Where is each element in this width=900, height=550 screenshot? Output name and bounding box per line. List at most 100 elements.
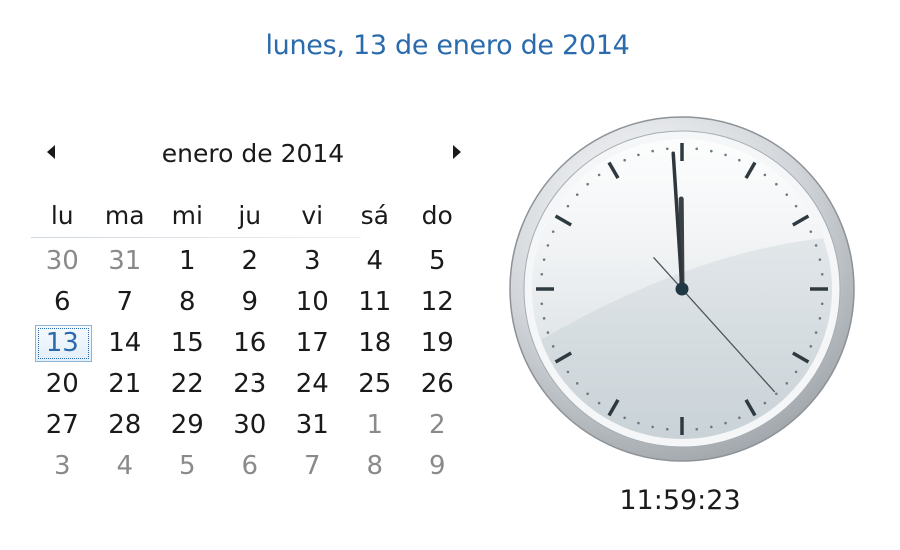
clock-minute-dot	[820, 272, 824, 276]
calendar-day[interactable]: 26	[406, 364, 469, 405]
calendar-day[interactable]: 17	[281, 323, 344, 364]
clock-minute-dot	[785, 193, 789, 196]
clock-minute-dot	[651, 425, 654, 429]
clock-minute-dot	[665, 147, 669, 151]
weekday-label: lu	[50, 201, 74, 230]
clock-minute-dot	[623, 416, 626, 420]
calendar-day[interactable]: 1	[344, 405, 407, 446]
clock-minute-dot	[597, 401, 601, 405]
calendar-day[interactable]: 9	[406, 446, 469, 487]
clock-minute-dot	[542, 258, 546, 261]
clock-minute-dot	[738, 158, 741, 162]
calendar-day[interactable]: 5	[156, 446, 219, 487]
clock-minute-dot	[540, 302, 544, 306]
calendar-day[interactable]: 31	[94, 241, 157, 282]
clock-minute-dot	[566, 204, 570, 208]
calendar-day[interactable]: 18	[344, 323, 407, 364]
calendar-day[interactable]: 6	[31, 282, 94, 323]
weekday-header-row: lu ma mi ju vi sá do	[31, 198, 471, 234]
clock-minute-dot	[710, 425, 713, 429]
calendar-day[interactable]: 30	[219, 405, 282, 446]
calendar-day[interactable]: 22	[156, 364, 219, 405]
calendar-day[interactable]: 7	[94, 282, 157, 323]
calendar-day[interactable]: 3	[281, 241, 344, 282]
clock-minute-dot	[809, 230, 813, 233]
clock-minute-dot	[665, 427, 669, 431]
calendar-day[interactable]: 11	[344, 282, 407, 323]
calendar-day[interactable]: 21	[94, 364, 157, 405]
calendar-day[interactable]: 4	[94, 446, 157, 487]
clock-minute-dot	[818, 258, 822, 261]
calendar-day[interactable]: 15	[156, 323, 219, 364]
clock-center-cap	[675, 282, 689, 296]
clock-minute-dot	[763, 401, 767, 405]
calendar-day[interactable]: 25	[344, 364, 407, 405]
digital-time: 11:59:23	[619, 485, 741, 516]
calendar-day[interactable]: 2	[406, 405, 469, 446]
clock-minute-dot	[575, 382, 579, 385]
weekday-label: mi	[171, 201, 203, 230]
month-title[interactable]: enero de 2014	[120, 139, 386, 168]
clock-minute-dot	[637, 421, 640, 425]
clock-minute-dot	[586, 182, 589, 186]
calendar-day[interactable]: 4	[344, 241, 407, 282]
calendar-day[interactable]: 30	[31, 241, 94, 282]
calendar-day[interactable]: 7	[281, 446, 344, 487]
clock-minute-dot	[775, 182, 778, 186]
clock-minute-dot	[651, 149, 654, 153]
calendar-day[interactable]: 23	[219, 364, 282, 405]
clock-minute-dot	[738, 416, 741, 420]
clock-minute-dot	[597, 173, 601, 177]
clock-minute-dot	[695, 427, 699, 431]
clock-minute-dot	[809, 345, 813, 348]
calendar-day[interactable]: 8	[156, 282, 219, 323]
calendar-day[interactable]: 8	[344, 446, 407, 487]
clock-minute-dot	[637, 153, 640, 157]
clock-minute-dot	[586, 392, 589, 396]
clock-minute-dot	[546, 331, 550, 334]
clock-minute-dot	[818, 317, 822, 320]
next-month-button[interactable]	[446, 140, 468, 164]
calendar-day[interactable]: 12	[406, 282, 469, 323]
calendar-day[interactable]: 16	[219, 323, 282, 364]
calendar-day[interactable]: 24	[281, 364, 344, 405]
clock-minute-dot	[724, 421, 727, 425]
clock-minute-dot	[814, 244, 818, 247]
analog-clock	[509, 116, 855, 462]
clock-minute-dot	[546, 244, 550, 247]
calendar-day-today[interactable]: 13	[31, 323, 94, 364]
clock-minute-dot	[724, 153, 727, 157]
calendar-day[interactable]: 5	[406, 241, 469, 282]
long-date-header[interactable]: lunes, 13 de enero de 2014	[0, 30, 895, 61]
calendar-day[interactable]: 27	[31, 405, 94, 446]
weekday-label: ju	[238, 201, 262, 230]
previous-month-button[interactable]	[40, 140, 62, 164]
clock-minute-dot	[566, 370, 570, 374]
calendar-day[interactable]: 3	[31, 446, 94, 487]
calendar-day[interactable]: 9	[219, 282, 282, 323]
clock-minute-dot	[542, 317, 546, 320]
clock-minute-dot	[820, 302, 824, 306]
calendar-day[interactable]: 29	[156, 405, 219, 446]
calendar-day[interactable]: 1	[156, 241, 219, 282]
weekday-label: do	[421, 201, 453, 230]
calendar-day[interactable]: 14	[94, 323, 157, 364]
clock-minute-dot	[551, 230, 555, 233]
clock-minute-dot	[623, 158, 626, 162]
triangle-left-icon	[47, 145, 55, 159]
clock-minute-dot	[794, 204, 798, 208]
triangle-right-icon	[453, 145, 461, 159]
weekday-label: sá	[360, 201, 389, 230]
clock-minute-dot	[540, 272, 544, 276]
calendar-day[interactable]: 20	[31, 364, 94, 405]
clock-minute-dot	[575, 193, 579, 196]
calendar-day[interactable]: 19	[406, 323, 469, 364]
calendar-day[interactable]: 31	[281, 405, 344, 446]
calendar-day[interactable]: 6	[219, 446, 282, 487]
calendar-day[interactable]: 10	[281, 282, 344, 323]
calendar-day[interactable]: 2	[219, 241, 282, 282]
weekday-label: vi	[301, 201, 324, 230]
clock-minute-dot	[775, 392, 778, 396]
calendar-day[interactable]: 28	[94, 405, 157, 446]
clock-minute-dot	[814, 331, 818, 334]
